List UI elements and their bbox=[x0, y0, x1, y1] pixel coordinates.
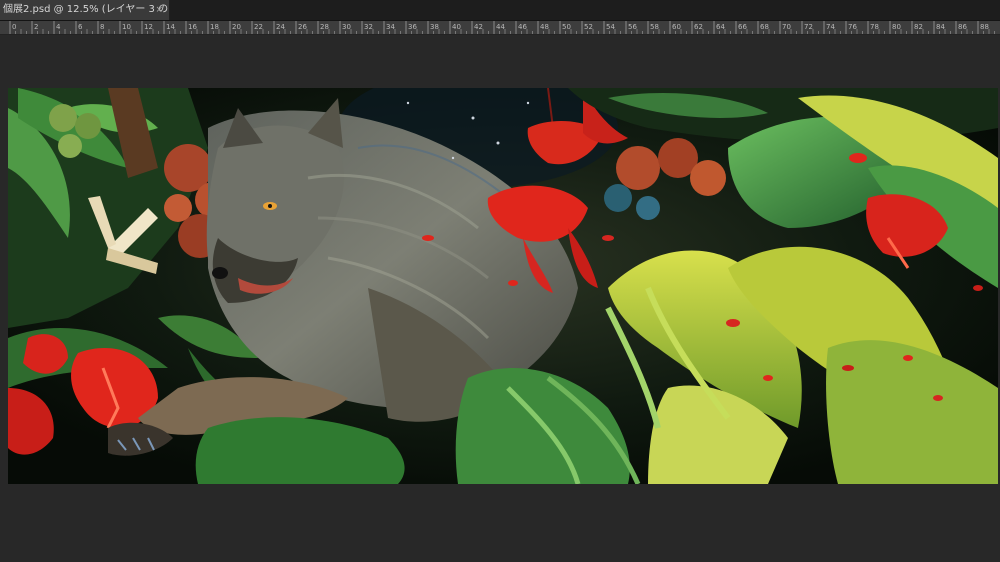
document-tab-title: 個展2.psd @ 12.5% (レイヤー 3 のコピー, CMYK/8) bbox=[3, 4, 169, 15]
ruler-label: 8 bbox=[100, 23, 104, 31]
ruler-label: 74 bbox=[826, 23, 835, 31]
ruler-label: 26 bbox=[298, 23, 307, 31]
ruler-label: 14 bbox=[166, 23, 175, 31]
ruler-label: 46 bbox=[518, 23, 527, 31]
ruler-label: 24 bbox=[276, 23, 285, 31]
ruler-label: 68 bbox=[760, 23, 769, 31]
ruler-label: 76 bbox=[848, 23, 857, 31]
horizontal-ruler[interactable]: 0 2 4 6 8 10 12 14 16 18 20 22 24 26 28 30 32 34 36 38 40 42 4… bbox=[0, 21, 1000, 35]
ruler-label: 34 bbox=[386, 23, 395, 31]
ruler-label: 32 bbox=[364, 23, 373, 31]
ruler-ticks: 0 2 4 6 8 10 12 14 16 18 20 22 24 26 28 30 32 34 36 38 40 42 4… bbox=[9, 21, 995, 34]
close-icon[interactable]: × bbox=[155, 0, 163, 20]
ruler-label: 50 bbox=[562, 23, 571, 31]
ruler-label: 60 bbox=[672, 23, 681, 31]
ruler-label: 40 bbox=[452, 23, 461, 31]
ruler-label: 80 bbox=[892, 23, 901, 31]
ruler-label: 62 bbox=[694, 23, 703, 31]
ruler-label: 72 bbox=[804, 23, 813, 31]
artwork-image bbox=[8, 88, 998, 484]
ruler-label: 6 bbox=[78, 23, 83, 31]
ruler-label: 42 bbox=[474, 23, 483, 31]
ruler-label: 86 bbox=[958, 23, 967, 31]
ruler-label: 30 bbox=[342, 23, 351, 31]
ruler-label: 88 bbox=[980, 23, 989, 31]
document-canvas[interactable] bbox=[8, 88, 998, 484]
ruler-label: 36 bbox=[408, 23, 417, 31]
ruler-label: 22 bbox=[254, 23, 263, 31]
ruler-label: 44 bbox=[496, 23, 505, 31]
ruler-label: 54 bbox=[606, 23, 615, 31]
ruler-label: 18 bbox=[210, 23, 219, 31]
ruler-label: 70 bbox=[782, 23, 791, 31]
ruler-label: 48 bbox=[540, 23, 549, 31]
ruler-label: 2 bbox=[34, 23, 38, 31]
ruler-label: 66 bbox=[738, 23, 747, 31]
ruler-label: 10 bbox=[122, 23, 131, 31]
document-tab-bar: 個展2.psd @ 12.5% (レイヤー 3 のコピー, CMYK/8) × bbox=[0, 0, 1000, 21]
ruler-label: 28 bbox=[320, 23, 329, 31]
ruler-label: 64 bbox=[716, 23, 725, 31]
ruler-label: 12 bbox=[144, 23, 153, 31]
ruler-label: 38 bbox=[430, 23, 439, 31]
ruler-label: 82 bbox=[914, 23, 923, 31]
ruler-label: 56 bbox=[628, 23, 637, 31]
ruler-label: 52 bbox=[584, 23, 593, 31]
ruler-label: 0 bbox=[12, 23, 16, 31]
ruler-label: 4 bbox=[56, 23, 61, 31]
ruler-label: 84 bbox=[936, 23, 945, 31]
ruler-label: 58 bbox=[650, 23, 659, 31]
ruler-label: 20 bbox=[232, 23, 241, 31]
ruler-label: 16 bbox=[188, 23, 197, 31]
ruler-label: 78 bbox=[870, 23, 879, 31]
document-tab[interactable]: 個展2.psd @ 12.5% (レイヤー 3 のコピー, CMYK/8) × bbox=[0, 0, 170, 20]
